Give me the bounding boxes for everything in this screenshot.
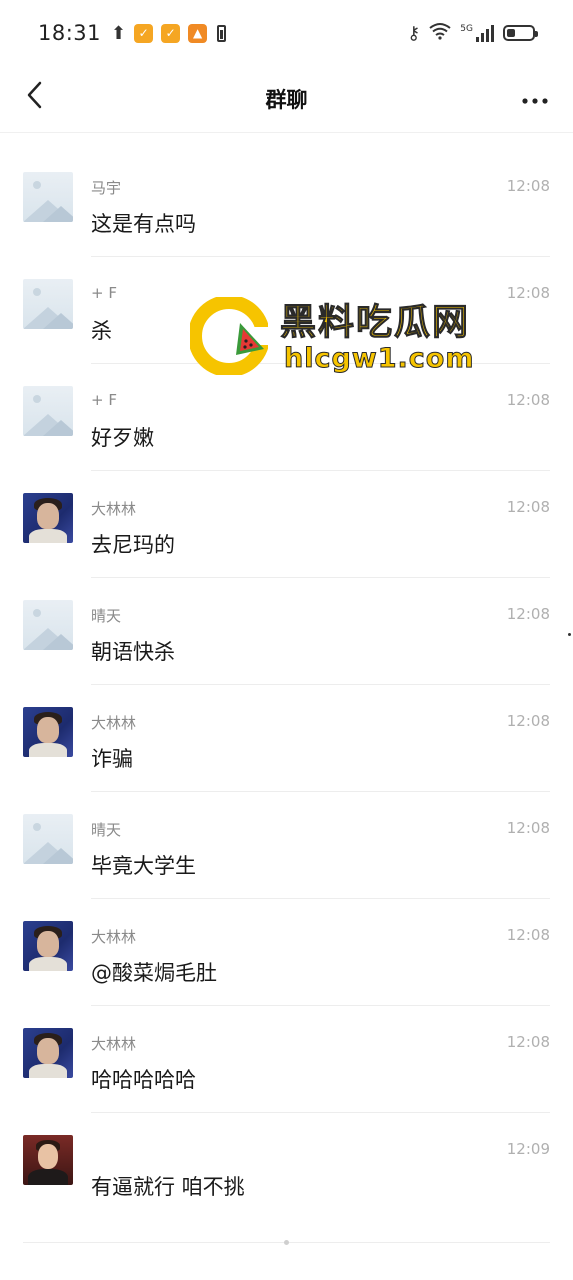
message-text: 有逼就行 咱不挑 [91, 1175, 245, 1199]
message-row[interactable]: 大林林去尼玛的 12:08 [0, 471, 573, 578]
avatar[interactable] [23, 279, 73, 329]
nav-bar: 群聊 [0, 66, 573, 133]
avatar[interactable] [23, 386, 73, 436]
message-text: 好歹嫩 [91, 426, 154, 450]
sender-name: 大林林 [91, 714, 137, 732]
status-left: 18:31 ⬆ ✓ ✓ ▲ [38, 21, 227, 45]
status-bar: 18:31 ⬆ ✓ ✓ ▲ ⚷ 5G [0, 0, 573, 66]
key-icon: ⚷ [407, 22, 421, 44]
avatar[interactable] [23, 707, 73, 757]
wifi-icon [429, 22, 451, 45]
upload-icon: ⬆ [111, 22, 127, 44]
edge-marker [568, 633, 571, 636]
page-title: 群聊 [265, 88, 308, 112]
message-list: 马宇 这是有点吗 12:08 + F 杀 12:08 + F 好歹嫩 12:08 大林林 去尼玛的 1… [0, 150, 573, 1220]
message-text: 毕竟大学生 [91, 854, 196, 878]
message-row[interactable]: 晴天朝语快杀 12:08 [0, 578, 573, 685]
network-type-label: 5G [460, 24, 473, 34]
message-text: 这是有点吗 [91, 212, 196, 236]
sender-name: 大林林 [91, 500, 137, 518]
message-text: 去尼玛的 [91, 533, 175, 557]
scroll-indicator [284, 1240, 289, 1245]
app-badge-icon: ✓ [134, 23, 154, 43]
message-row[interactable]: 有逼就行 咱不挑 12:09 [0, 1113, 573, 1220]
message-row[interactable]: + F 杀 12:08 [0, 257, 573, 364]
message-time: 12:08 [506, 498, 550, 516]
message-time: 12:09 [506, 1140, 550, 1158]
avatar[interactable] [23, 814, 73, 864]
message-time: 12:08 [506, 819, 550, 837]
sender-name: 大林林 [91, 928, 137, 946]
message-time: 12:08 [506, 391, 550, 409]
message-time: 12:08 [506, 284, 550, 302]
signal-icon: 5G [460, 24, 494, 42]
sender-name: 大林林 [91, 1035, 137, 1053]
avatar[interactable] [23, 493, 73, 543]
message-time: 12:08 [506, 177, 550, 195]
status-right: ⚷ 5G [407, 22, 538, 45]
sender-name: 晴天 [91, 821, 122, 839]
message-row[interactable]: 马宇这是有点吗 12:08 [0, 150, 573, 257]
message-time: 12:08 [506, 712, 550, 730]
message-time: 12:08 [506, 926, 550, 944]
status-time: 18:31 [38, 21, 102, 45]
app-badge-icon: ✓ [161, 23, 181, 43]
message-time: 12:08 [506, 1033, 550, 1051]
avatar[interactable] [23, 1028, 73, 1078]
more-button[interactable] [515, 80, 555, 116]
chevron-left-icon [26, 81, 42, 115]
message-row[interactable]: 大林林 @酸菜焗毛肚 12:08 [0, 899, 573, 1006]
message-row[interactable]: 大林林哈哈哈哈哈 12:08 [0, 1006, 573, 1113]
back-button[interactable] [14, 78, 54, 118]
message-time: 12:08 [506, 605, 550, 623]
avatar[interactable] [23, 600, 73, 650]
message-row[interactable]: 晴天毕竟大学生 12:08 [0, 792, 573, 899]
battery-icon [503, 25, 538, 41]
message-text: 诈骗 [91, 747, 133, 771]
message-text: 杀 [91, 319, 112, 343]
avatar[interactable] [23, 921, 73, 971]
avatar[interactable] [23, 1135, 73, 1185]
battery-saver-icon [217, 24, 227, 42]
sender-name: 晴天 [91, 607, 122, 625]
message-row[interactable]: + F 好歹嫩 12:08 [0, 364, 573, 471]
app-badge-icon: ▲ [188, 23, 208, 43]
message-text: 朝语快杀 [91, 640, 175, 664]
message-row[interactable]: 大林林诈骗 12:08 [0, 685, 573, 792]
avatar[interactable] [23, 172, 73, 222]
sender-name: + F [91, 391, 117, 409]
sender-name: + F [91, 284, 117, 302]
message-text: 哈哈哈哈哈 [91, 1068, 196, 1092]
sender-name: 马宇 [91, 179, 122, 197]
more-horizontal-icon [521, 86, 549, 111]
message-text: @酸菜焗毛肚 [91, 961, 217, 985]
